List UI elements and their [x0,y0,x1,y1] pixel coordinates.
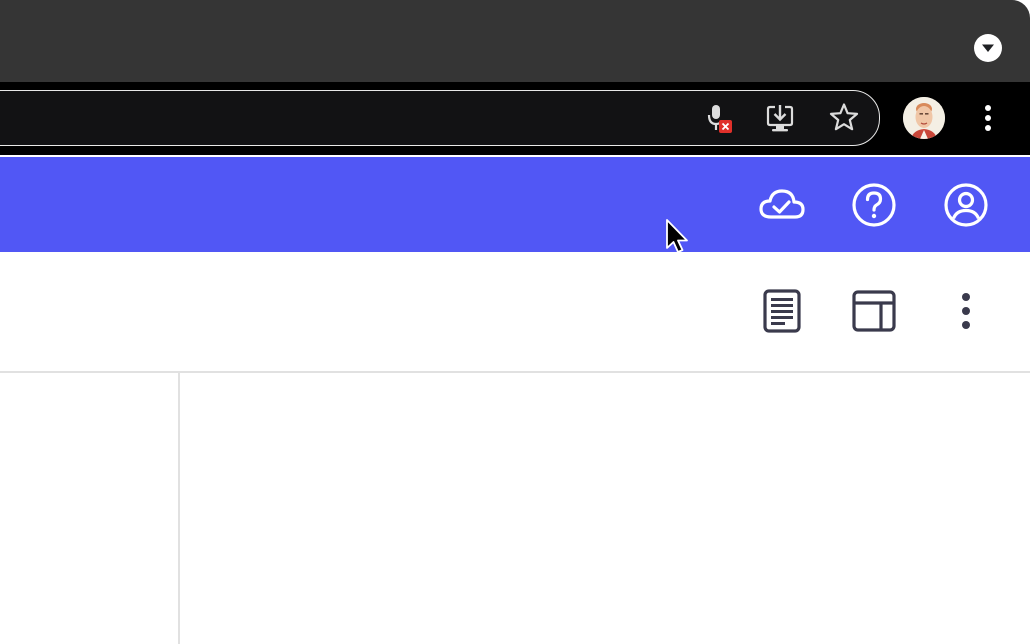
profile-photo [903,97,945,139]
main-panel[interactable] [180,373,1030,644]
chevron-down-icon [982,44,994,52]
account-circle-icon [944,183,988,227]
document-lines-icon [763,289,801,333]
help-circle-icon [852,183,896,227]
account-button[interactable] [942,181,990,229]
app-toolbar [0,252,1030,373]
browser-menu-button[interactable] [970,100,1006,136]
more-options-button[interactable] [942,287,990,335]
browser-toolbar [0,82,1030,155]
app-header [0,157,1030,252]
install-app-button[interactable] [762,100,798,136]
more-vertical-icon [962,293,970,329]
side-panel [0,373,180,644]
cloud-check-icon [759,189,805,219]
profile-avatar[interactable] [903,97,945,139]
microphone-blocked-button[interactable] [699,100,735,136]
browser-tab-strip [0,0,1030,82]
content-area [0,373,1030,644]
more-vertical-icon [985,105,991,131]
layout-panels-icon [852,290,896,332]
screen [0,0,1030,644]
bookmark-star-icon [829,103,859,131]
help-button[interactable] [850,181,898,229]
microphone-blocked-icon [707,105,732,133]
layout-button[interactable] [850,287,898,335]
cloud-sync-button[interactable] [758,181,806,229]
tab-search-button[interactable] [974,34,1002,62]
document-view-button[interactable] [758,287,806,335]
bookmark-star-button[interactable] [826,100,862,136]
address-bar[interactable] [0,90,880,146]
install-app-icon [766,105,794,132]
